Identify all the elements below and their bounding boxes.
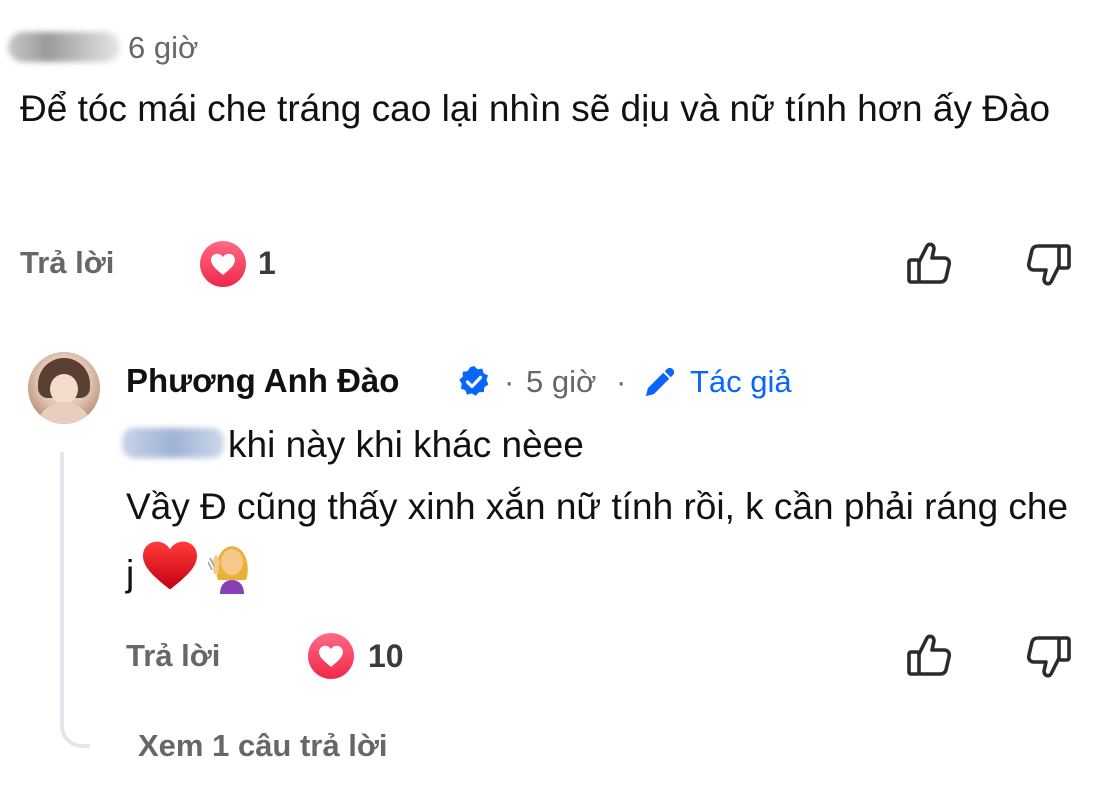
verified-badge-icon xyxy=(456,364,492,400)
thumbs-up-icon[interactable] xyxy=(904,238,954,288)
reply-button[interactable]: Trả lời xyxy=(126,638,220,674)
separator-dot: · xyxy=(616,364,627,399)
reaction-count[interactable]: 1 xyxy=(258,245,276,282)
comment-time: 6 giờ xyxy=(128,30,199,65)
blurred-commenter-name[interactable] xyxy=(8,32,120,62)
pencil-icon xyxy=(640,362,680,402)
reply-text-body: Vầy Đ cũng thấy xinh xắn nữ tính rồi, k … xyxy=(126,476,1086,613)
comment-text: Để tóc mái che tráng cao lại nhìn sẽ dịu… xyxy=(20,88,1051,129)
thumbs-up-icon[interactable] xyxy=(904,630,954,680)
heart-reaction-icon[interactable] xyxy=(200,241,246,287)
reply-time: 5 giờ xyxy=(526,364,597,399)
author-name[interactable]: Phương Anh Đào xyxy=(126,362,399,400)
blurred-mention[interactable] xyxy=(122,428,224,458)
reply-text-line-1: khi này khi khác nèee xyxy=(228,424,584,465)
red-heart-emoji xyxy=(140,538,200,611)
woman-tipping-hand-emoji xyxy=(207,540,256,613)
heart-reaction-icon[interactable] xyxy=(308,633,354,679)
reply-text-line-2: Vầy Đ cũng thấy xinh xắn nữ tính rồi, k … xyxy=(126,486,1069,594)
thumbs-down-icon[interactable] xyxy=(1024,240,1074,290)
separator-dot: · xyxy=(504,364,515,399)
view-replies-link[interactable]: Xem 1 câu trả lời xyxy=(138,728,387,764)
reaction-count[interactable]: 10 xyxy=(368,638,404,675)
avatar[interactable] xyxy=(28,352,100,424)
reply-button[interactable]: Trả lời xyxy=(20,245,114,281)
thumbs-down-icon[interactable] xyxy=(1024,632,1074,682)
thread-connector xyxy=(60,452,90,748)
author-badge: Tác giả xyxy=(690,364,792,399)
